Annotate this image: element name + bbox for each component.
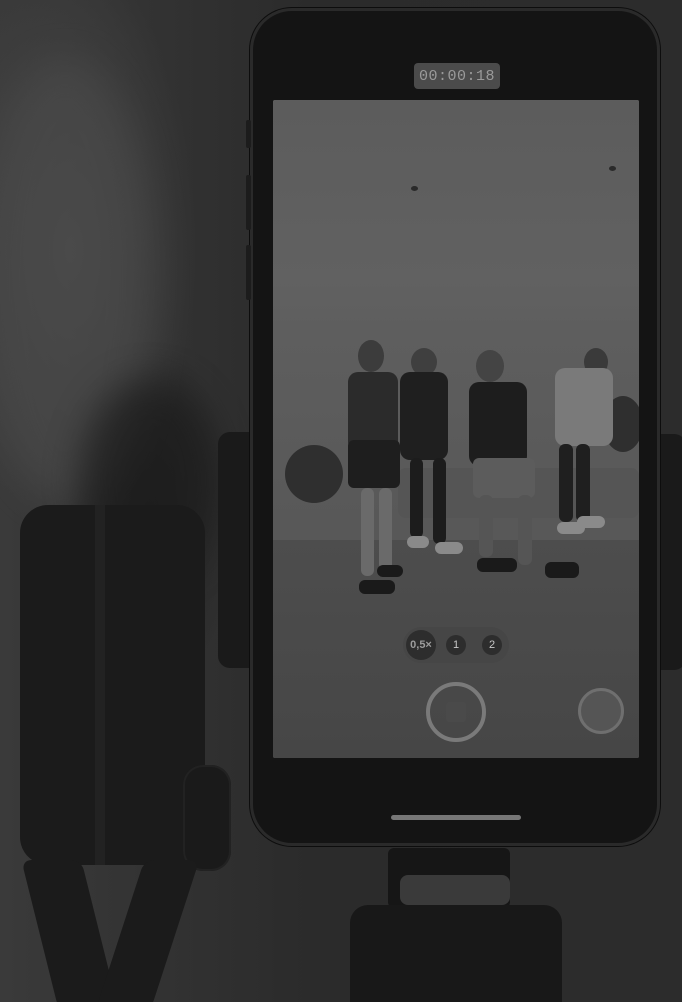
gallery-thumbnail-icon[interactable] — [578, 688, 624, 734]
gimbal-seam — [95, 505, 105, 865]
plant-left — [285, 445, 343, 503]
record-button[interactable] — [426, 682, 486, 742]
home-indicator[interactable] — [391, 815, 521, 820]
timer-text: 00:00:18 — [418, 67, 495, 85]
ceiling-light — [609, 166, 616, 171]
stop-record-icon — [446, 702, 466, 722]
zoom-1x-button[interactable]: 1 — [446, 635, 466, 655]
zoom-0-5x-button[interactable]: 0,5× — [406, 630, 436, 660]
action-button — [246, 120, 251, 148]
volume-down-button — [246, 245, 251, 300]
zoom-selector: 0,5× 1 2 — [403, 627, 509, 663]
volume-up-button — [246, 175, 251, 230]
gimbal-handle — [20, 505, 205, 865]
zoom-2x-button[interactable]: 2 — [482, 635, 502, 655]
mount-base — [350, 905, 562, 1002]
ceiling-light — [411, 186, 418, 191]
mount-plate — [400, 875, 510, 905]
gimbal-knob[interactable] — [183, 765, 231, 871]
gimbal-leg-right — [95, 860, 200, 1002]
recording-timer: 00:00:18 — [414, 63, 500, 89]
